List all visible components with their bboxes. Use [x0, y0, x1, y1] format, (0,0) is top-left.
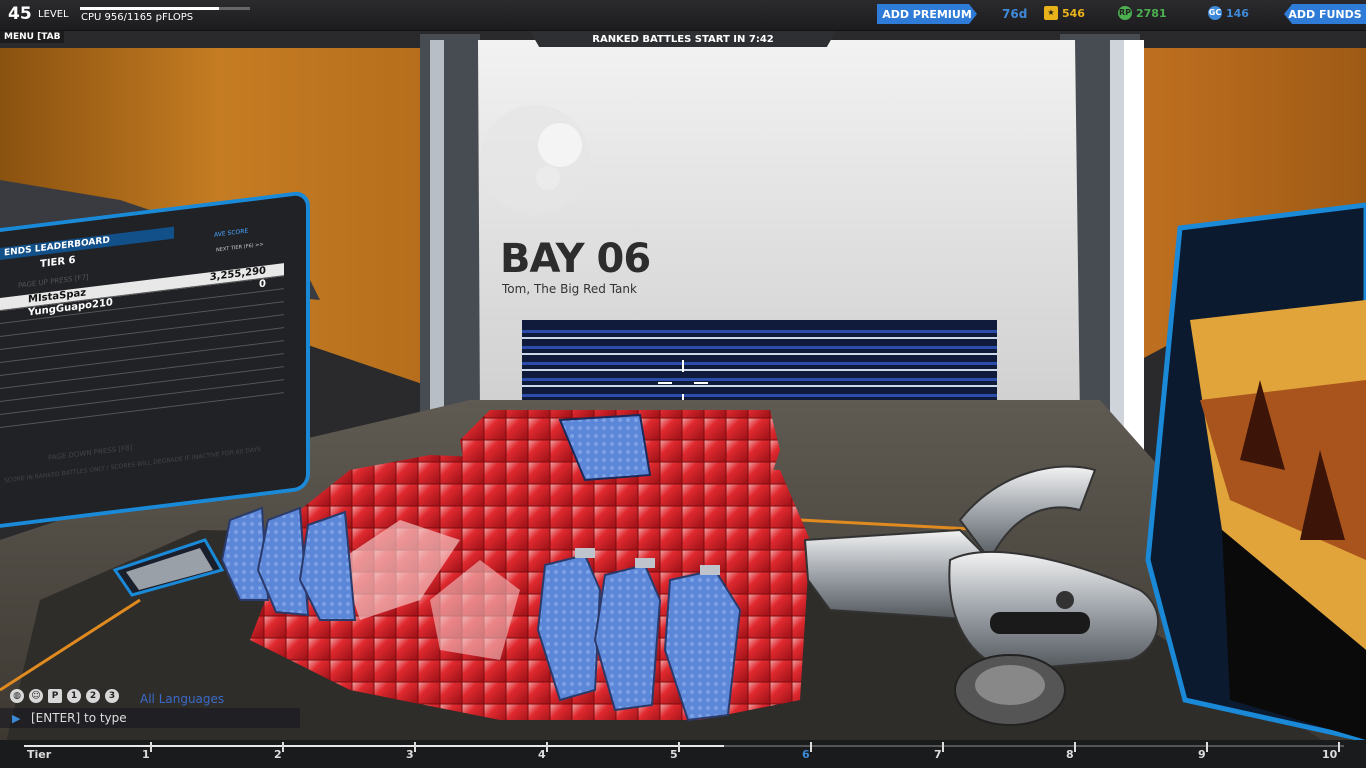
- stars-value: 546: [1062, 6, 1085, 20]
- bay-title: BAY 06: [500, 236, 651, 282]
- tier-number: 8: [1066, 748, 1074, 761]
- tier-tick: [942, 742, 944, 752]
- ranked-banner: RANKED BATTLES START IN 7:42: [530, 31, 836, 47]
- star-icon: ★: [1044, 6, 1058, 20]
- rp-value: 2781: [1136, 6, 1167, 20]
- tier-number: 4: [538, 748, 546, 761]
- chat-prompt[interactable]: [ENTER] to type: [31, 711, 127, 725]
- gc-icon: GC: [1208, 6, 1222, 20]
- tier-progress-fill: [24, 745, 724, 747]
- player-level: 45: [8, 4, 32, 24]
- rp-balance: RP 2781: [1118, 6, 1167, 20]
- chat-channel-icons: ◍ ☺ P 1 2 3: [10, 689, 119, 703]
- gc-balance: GC 146: [1208, 6, 1249, 20]
- tier-number: 1: [142, 748, 150, 761]
- person-icon[interactable]: ☺: [29, 689, 43, 703]
- cpu-bar: [80, 7, 250, 10]
- tier-tick: [1074, 742, 1076, 752]
- 2-icon[interactable]: 2: [86, 689, 100, 703]
- player-level-label: LEVEL: [38, 9, 69, 20]
- leaderboard-panel: ENDS LEADERBOARD TIER 6 AVE SCORE NEXT T…: [0, 189, 310, 529]
- tier-tick: [678, 742, 680, 752]
- tier-number: 7: [934, 748, 942, 761]
- garage-scene: ENDS LEADERBOARD TIER 6 AVE SCORE NEXT T…: [0, 0, 1366, 768]
- premium-days: 76d: [1002, 7, 1028, 21]
- chat-channel[interactable]: All Languages: [140, 692, 224, 706]
- tier-number: 9: [1198, 748, 1206, 761]
- tier-label: Tier: [27, 748, 52, 761]
- tier-number: 2: [274, 748, 282, 761]
- add-funds-button[interactable]: ADD FUNDS: [1284, 4, 1366, 24]
- tier-tick: [150, 742, 152, 752]
- tier-tick: [546, 742, 548, 752]
- tier-number: 5: [670, 748, 678, 761]
- 3-icon[interactable]: 3: [105, 689, 119, 703]
- menu-tab-button[interactable]: MENU [TAB: [0, 31, 65, 43]
- tier-progress-track: [724, 745, 1344, 747]
- 1-icon[interactable]: 1: [67, 689, 81, 703]
- add-premium-button[interactable]: ADD PREMIUM: [877, 4, 977, 24]
- tier-number: 10: [1322, 748, 1338, 761]
- rp-icon: RP: [1118, 6, 1132, 20]
- tier-tick: [282, 742, 284, 752]
- tier-number: 6: [802, 748, 810, 761]
- leaderboard-player-score: 0: [259, 278, 266, 291]
- tier-tick: [810, 742, 812, 752]
- tier-tick: [1206, 742, 1208, 752]
- cpu-bar-fill: [80, 7, 220, 10]
- globe-icon[interactable]: ◍: [10, 689, 24, 703]
- tier-number: 3: [406, 748, 414, 761]
- p-icon[interactable]: P: [48, 689, 62, 703]
- chat-arrow-icon: ▶: [12, 712, 21, 725]
- tier-tick: [1338, 742, 1340, 752]
- tier-tick: [414, 742, 416, 752]
- cpu-readout: CPU 956/1165 pFLOPS: [81, 12, 194, 23]
- robot-name: Tom, The Big Red Tank: [502, 282, 637, 296]
- stars-balance: ★ 546: [1044, 6, 1085, 20]
- gc-value: 146: [1226, 6, 1249, 20]
- top-hud: 45 LEVEL CPU 956/1165 pFLOPS ADD PREMIUM…: [0, 0, 1366, 31]
